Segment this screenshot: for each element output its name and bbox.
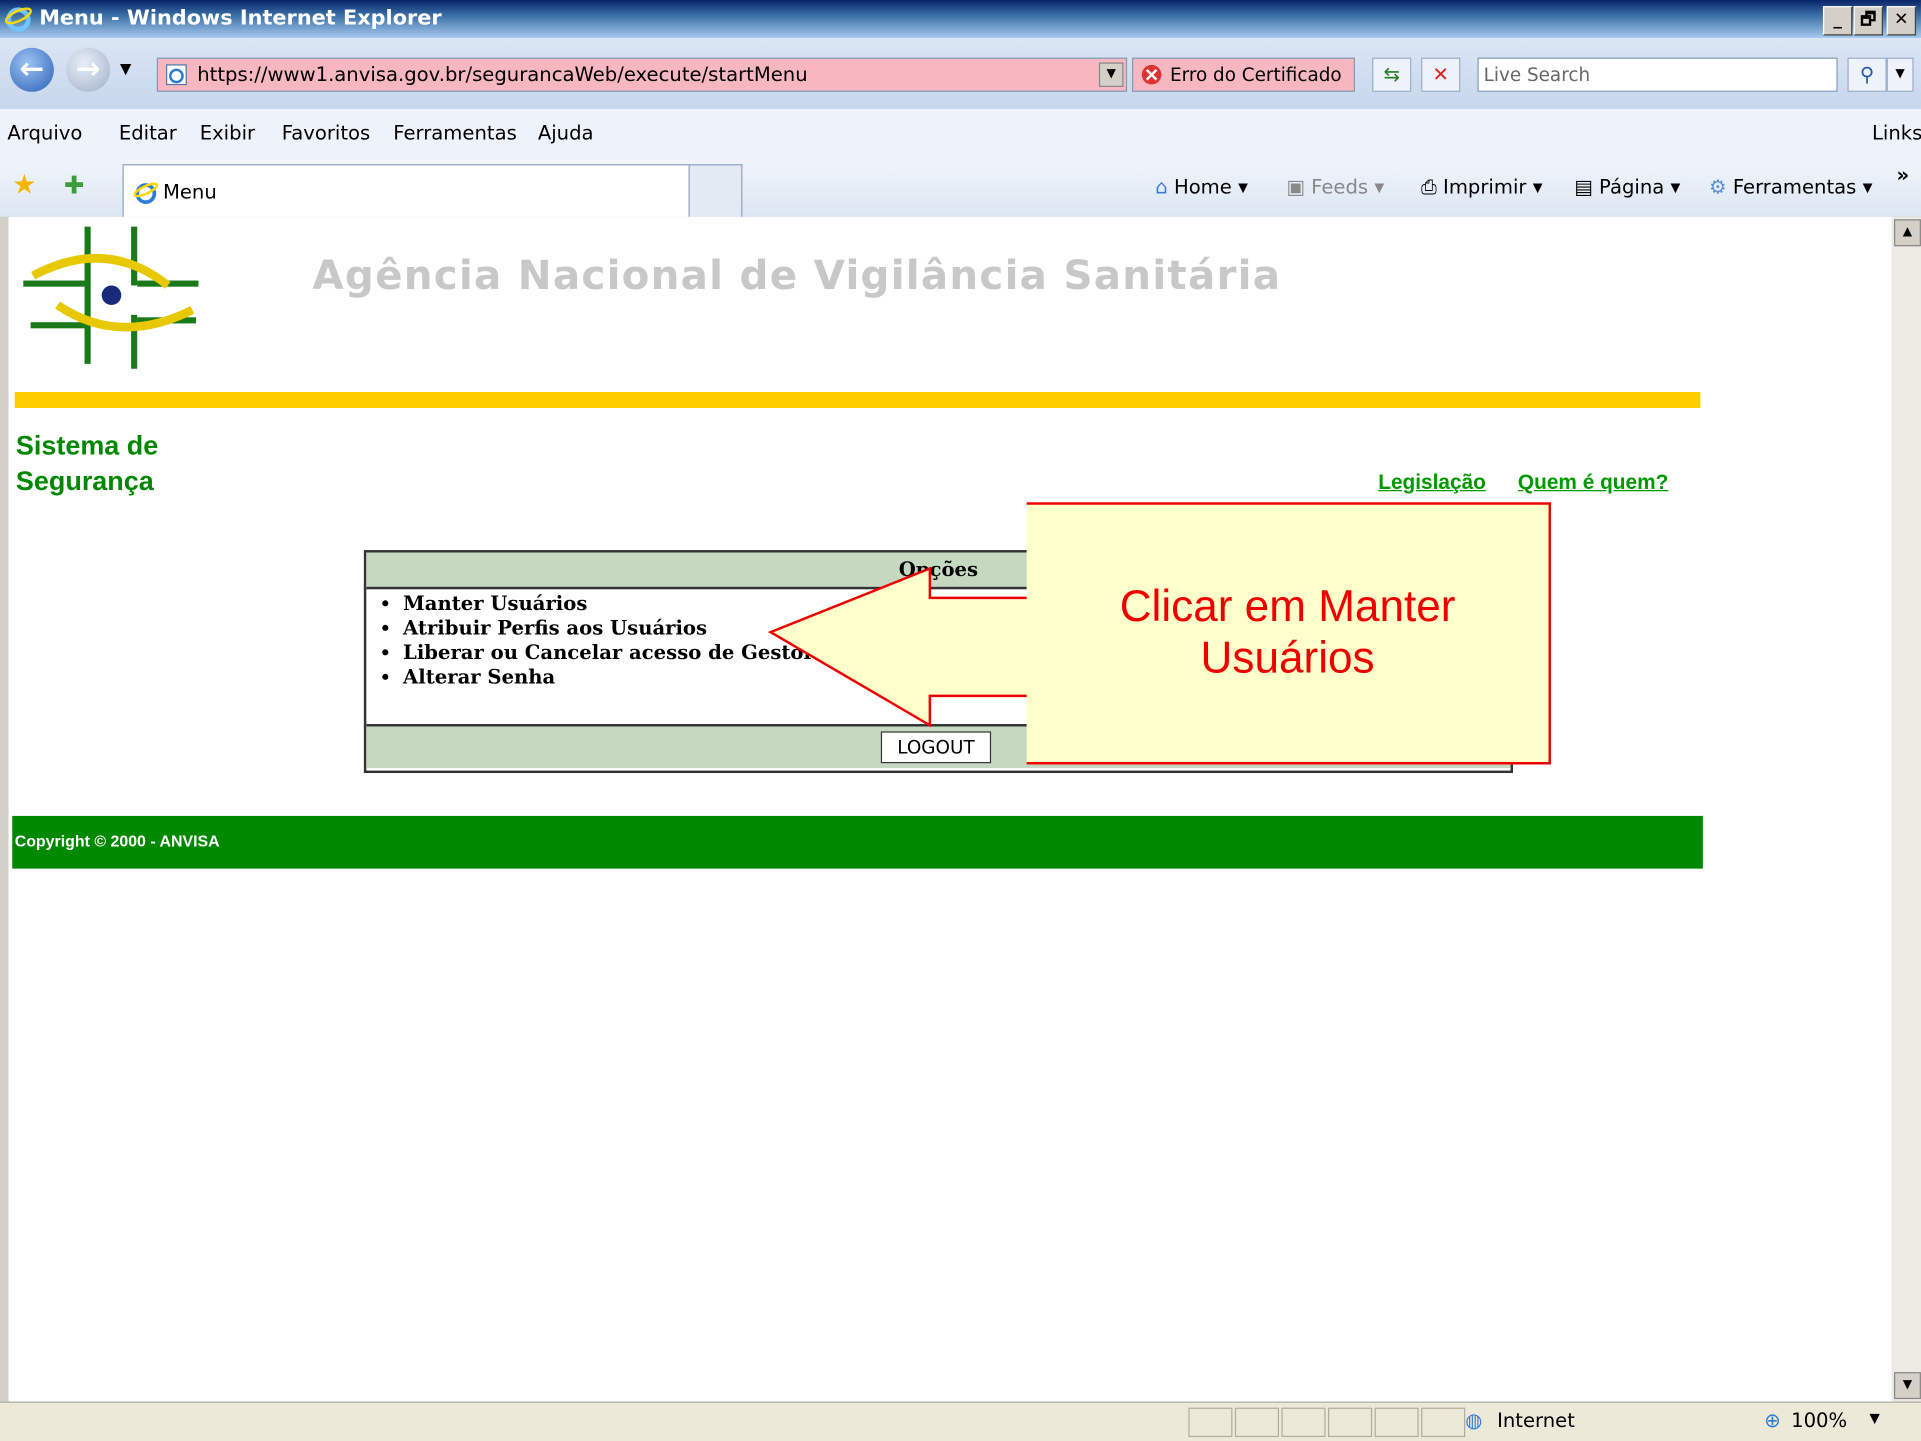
certificate-error-label: Erro do Certificado [1169,63,1342,86]
scroll-down-icon[interactable]: ▼ [1894,1372,1921,1400]
system-title: Sistema de Segurança [15,430,159,497]
home-button[interactable]: ⌂ Home ▾ [1155,175,1248,198]
stop-icon[interactable]: ✕ [1421,57,1461,92]
home-icon: ⌂ [1155,175,1168,199]
security-zone: Internet [1497,1408,1575,1433]
callout-text: Clicar em Manter Usuários [1119,580,1456,683]
links-label[interactable]: Links [1872,121,1921,144]
ie-logo-icon [4,7,32,32]
tab-label: Menu [162,180,217,204]
page-icon [166,64,187,86]
page-viewport: Agência Nacional de Vigilância Sanitária… [8,216,1892,1402]
gear-icon: ⚙ [1709,175,1727,199]
zoom-level[interactable]: 100% [1791,1409,1847,1432]
forward-button[interactable]: → [66,47,111,92]
menu-favoritos[interactable]: Favoritos [282,121,370,144]
search-options-dropdown-icon[interactable]: ▼ [1886,57,1914,92]
vertical-scrollbar[interactable]: ▲ ▼ [1891,216,1921,1402]
search-input[interactable]: Live Search [1477,57,1838,92]
recent-pages-dropdown-icon[interactable]: ▼ [120,60,131,77]
add-favorite-icon[interactable]: ✚ [64,170,85,199]
link-legislacao[interactable]: Legislação [1378,470,1486,495]
print-button[interactable]: ⎙ Imprimir ▾ [1421,175,1542,200]
more-chevron-icon[interactable]: » [1896,163,1909,186]
search-icon[interactable]: ⚲ [1847,57,1887,92]
window-border [0,216,9,1402]
zoom-dropdown-icon[interactable]: ▼ [1870,1410,1880,1426]
callout-arrow [767,566,1034,728]
window-title: Menu - Windows Internet Explorer [39,6,442,31]
ie-page-icon [133,182,159,204]
favorites-star-icon[interactable]: ★ [12,170,36,201]
feeds-button[interactable]: ▣ Feeds ▾ [1286,175,1384,198]
logout-button[interactable]: LOGOUT [880,731,992,764]
copyright-bar: Copyright © 2000 - ANVISA [12,815,1703,869]
link-quem-e-quem[interactable]: Quem é quem? [1518,470,1668,495]
zoom-icon: ⊕ [1764,1408,1781,1433]
anvisa-logo [23,226,199,369]
scroll-up-icon[interactable]: ▲ [1894,219,1921,247]
menu-editar[interactable]: Editar [119,121,177,144]
page-icon: ▤ [1574,175,1593,199]
status-segment [1234,1407,1280,1438]
feeds-icon: ▣ [1286,175,1305,199]
address-input[interactable]: https://www1.anvisa.gov.br/segurancaWeb/… [156,57,1128,92]
address-dropdown-icon[interactable]: ▼ [1098,62,1124,87]
menu-arquivo[interactable]: Arquivo [7,121,82,144]
shield-error-icon [1141,64,1162,85]
refresh-icon[interactable]: ⇆ [1372,57,1412,92]
status-segment [1421,1407,1466,1438]
minimize-button[interactable]: _ [1822,6,1853,36]
status-segment [1328,1407,1373,1438]
window-titlebar: Menu - Windows Internet Explorer _ 🗗 ✕ [0,0,1921,38]
menu-exibir[interactable]: Exibir [200,121,255,144]
status-segment [1188,1407,1233,1438]
printer-icon: ⎙ [1421,175,1437,199]
callout-box: Clicar em Manter Usuários [1026,502,1551,765]
menu-bar: Arquivo Editar Exibir Favoritos Ferramen… [0,109,1921,160]
back-button[interactable]: ← [9,47,54,92]
address-url: https://www1.anvisa.gov.br/segurancaWeb/… [197,62,808,86]
close-button[interactable]: ✕ [1886,6,1917,36]
command-bar: ★ ✚ Menu ⌂ Home ▾ ▣ Feeds ▾ ⎙ Imprimir ▾… [0,158,1921,219]
copyright-text: Copyright © 2000 - ANVISA [14,831,220,851]
maximize-button[interactable]: 🗗 [1853,6,1883,36]
status-segment [1374,1407,1419,1438]
menu-ajuda[interactable]: Ajuda [538,121,594,144]
tools-button[interactable]: ⚙ Ferramentas ▾ [1709,175,1872,198]
status-bar: ◍ Internet ⊕ 100% ▼ [0,1401,1921,1441]
status-segment [1281,1407,1326,1438]
yellow-divider [14,392,1701,408]
agency-title: Agência Nacional de Vigilância Sanitária [312,251,1282,299]
address-toolbar: ← → ▼ https://www1.anvisa.gov.br/seguran… [0,37,1921,110]
page-button[interactable]: ▤ Página ▾ [1574,175,1680,198]
menu-ferramentas[interactable]: Ferramentas [393,121,517,144]
new-tab-button[interactable] [688,164,743,217]
certificate-error-button[interactable]: Erro do Certificado [1131,57,1355,92]
tab-menu[interactable]: Menu [122,164,691,217]
globe-icon: ◍ [1465,1408,1483,1433]
